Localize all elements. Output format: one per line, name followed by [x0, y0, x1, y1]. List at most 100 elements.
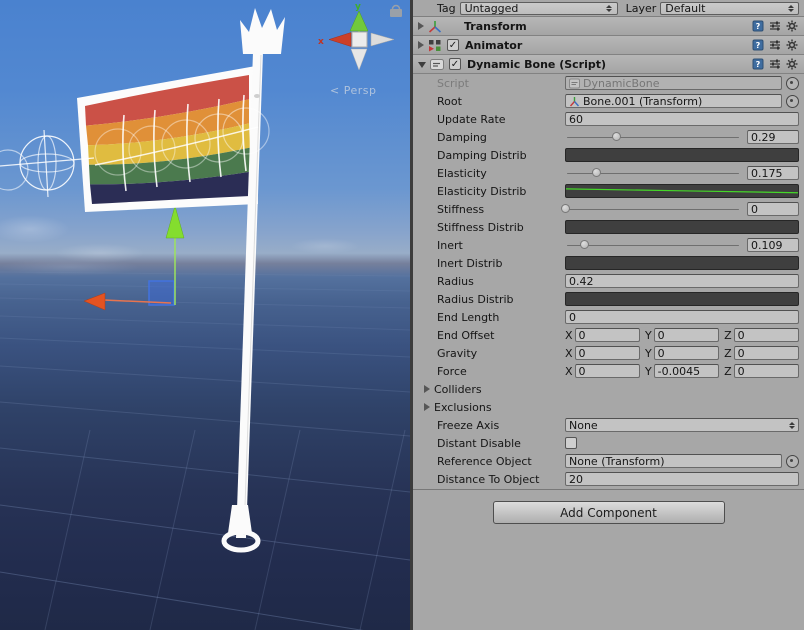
svg-text:?: ?: [756, 41, 761, 50]
stiffness-input[interactable]: 0: [747, 202, 799, 216]
gizmo-down-cone[interactable]: [351, 49, 367, 70]
prop-label: Elasticity: [437, 167, 565, 180]
move-tool-x-arrow[interactable]: [84, 293, 105, 310]
prop-label: Elasticity Distrib: [437, 185, 565, 198]
end-length-input[interactable]: 0: [565, 310, 799, 324]
gear-icon[interactable]: [786, 20, 798, 32]
tag-dropdown[interactable]: Untagged: [460, 2, 618, 15]
move-tool-y-arrow[interactable]: [166, 206, 184, 238]
component-enabled-checkbox[interactable]: ✓: [447, 39, 459, 51]
stiffness-slider[interactable]: [565, 202, 741, 216]
reference-object-field[interactable]: None (Transform): [565, 454, 782, 468]
pride-flag[interactable]: [77, 66, 258, 212]
object-picker-icon[interactable]: [786, 95, 799, 108]
presets-icon[interactable]: [769, 20, 781, 32]
end-offset-z-input[interactable]: 0: [734, 328, 799, 342]
end-offset-y-input[interactable]: 0: [654, 328, 719, 342]
prop-label: Inert: [437, 239, 565, 252]
gizmo-center-cube[interactable]: [352, 32, 367, 47]
distant-disable-checkbox[interactable]: [565, 437, 577, 449]
inert-distrib-curve-field[interactable]: [565, 256, 799, 270]
distance-to-object-input[interactable]: 20: [565, 472, 799, 486]
distance-to-object-value: 20: [569, 473, 583, 486]
foldout-arrow-icon[interactable]: [418, 62, 426, 68]
help-icon[interactable]: ?: [752, 39, 764, 51]
freeze-axis-dropdown[interactable]: None: [565, 418, 799, 432]
foldout-arrow-icon[interactable]: [424, 385, 430, 393]
pole-base: [228, 505, 252, 533]
foldout-arrow-icon[interactable]: [418, 22, 424, 30]
slider-knob[interactable]: [612, 132, 621, 141]
move-tool-gizmo[interactable]: [84, 206, 184, 310]
end-offset-x-input[interactable]: 0: [575, 328, 640, 342]
presets-icon[interactable]: [769, 39, 781, 51]
persp-mode-label[interactable]: < Persp: [330, 84, 376, 97]
object-picker-icon[interactable]: [786, 455, 799, 468]
slider-knob[interactable]: [592, 168, 601, 177]
lock-icon[interactable]: [390, 6, 402, 17]
axis-y-label: Y: [645, 347, 652, 360]
gravity-y-input[interactable]: 0: [654, 346, 719, 360]
scene-orientation-gizmo[interactable]: y x: [318, 2, 394, 70]
prop-row-stiffness: Stiffness 0: [413, 200, 804, 218]
slider-track[interactable]: [567, 209, 739, 211]
component-header-transform[interactable]: Transform ?: [413, 17, 804, 36]
elasticity-curve: [566, 185, 798, 197]
elasticity-slider[interactable]: [565, 166, 741, 180]
gravity-z-input[interactable]: 0: [734, 346, 799, 360]
gizmo-x-cone[interactable]: [329, 33, 351, 47]
component-enabled-checkbox[interactable]: ✓: [449, 58, 461, 70]
elasticity-input[interactable]: 0.175: [747, 166, 799, 180]
foldout-arrow-icon[interactable]: [424, 403, 430, 411]
prop-label: Damping: [437, 131, 565, 144]
prop-label: Damping Distrib: [437, 149, 565, 162]
elasticity-value: 0.175: [751, 167, 783, 180]
prop-row-exclusions[interactable]: Exclusions: [413, 398, 804, 416]
component-header-dynamic-bone[interactable]: ✓ Dynamic Bone (Script) ?: [413, 55, 804, 74]
persp-arrow-icon: <: [330, 84, 340, 97]
layer-dropdown[interactable]: Default: [660, 2, 799, 15]
move-tool-xy-plane-handle[interactable]: [149, 281, 174, 305]
inert-slider[interactable]: [565, 238, 741, 252]
update-rate-input[interactable]: 60: [565, 112, 799, 126]
gravity-x-input[interactable]: 0: [575, 346, 640, 360]
scene-view[interactable]: y x < Persp: [0, 0, 410, 630]
prop-row-end-length: End Length 0: [413, 308, 804, 326]
force-y-input[interactable]: -0.0045: [654, 364, 719, 378]
force-x-input[interactable]: 0: [575, 364, 640, 378]
tag-value: Untagged: [465, 2, 519, 15]
help-icon[interactable]: ?: [752, 58, 764, 70]
slider-knob[interactable]: [580, 240, 589, 249]
script-icon: [430, 58, 444, 71]
axis-x-label: X: [565, 329, 573, 342]
radius-distrib-curve-field[interactable]: [565, 292, 799, 306]
damping-slider[interactable]: [565, 130, 741, 144]
component-header-animator[interactable]: ✓ Animator ?: [413, 36, 804, 55]
presets-icon[interactable]: [769, 58, 781, 70]
damping-distrib-curve-field[interactable]: [565, 148, 799, 162]
inert-value: 0.109: [751, 239, 783, 252]
prop-row-colliders[interactable]: Colliders: [413, 380, 804, 398]
slider-knob[interactable]: [561, 204, 570, 213]
root-object-field[interactable]: Bone.001 (Transform): [565, 94, 782, 108]
gear-icon[interactable]: [786, 39, 798, 51]
prop-row-distant-disable: Distant Disable: [413, 434, 804, 452]
force-z-input[interactable]: 0: [734, 364, 799, 378]
radius-input[interactable]: 0.42: [565, 274, 799, 288]
gravity-z-value: 0: [738, 347, 745, 360]
gear-icon[interactable]: [786, 58, 798, 70]
help-icon[interactable]: ?: [752, 20, 764, 32]
add-component-button[interactable]: Add Component: [493, 501, 725, 524]
stiffness-distrib-curve-field[interactable]: [565, 220, 799, 234]
elasticity-distrib-curve-field[interactable]: [565, 184, 799, 198]
prop-label: Gravity: [437, 347, 565, 360]
foldout-arrow-icon[interactable]: [418, 41, 424, 49]
script-object-field[interactable]: DynamicBone: [565, 76, 782, 90]
gizmo-y-cone[interactable]: [350, 11, 368, 31]
slider-track[interactable]: [567, 245, 739, 247]
object-picker-icon[interactable]: [786, 77, 799, 90]
inert-input[interactable]: 0.109: [747, 238, 799, 252]
slider-track[interactable]: [567, 137, 739, 139]
damping-input[interactable]: 0.29: [747, 130, 799, 144]
gizmo-right-cone[interactable]: [371, 33, 394, 46]
